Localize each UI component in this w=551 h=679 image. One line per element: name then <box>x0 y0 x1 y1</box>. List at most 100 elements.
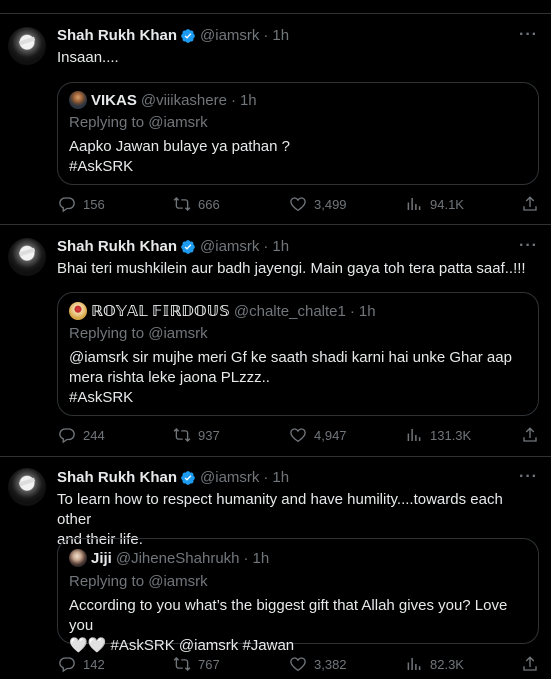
more-options-icon[interactable]: ··· <box>519 468 538 486</box>
quote-header: VIKAS @viiikashere · 1h <box>69 91 257 109</box>
tweet-text: Bhai teri mushkilein aur badh jayengi. M… <box>57 260 526 277</box>
retweet-count: 937 <box>198 427 220 443</box>
timestamp[interactable]: 1h <box>272 27 289 44</box>
quoted-tweet[interactable]: ℝ𝕆𝕐𝔸𝕃 𝔽𝕀ℝ𝔻𝕆𝕌𝕊 @chalte_chalte1 · 1h Reply… <box>57 292 539 416</box>
quoted-tweet[interactable]: Jiji @JiheneShahrukh · 1h Replying to @i… <box>57 538 539 654</box>
separator-dot: · <box>230 91 236 109</box>
quote-text-line: #AskSRK <box>69 158 134 175</box>
tweet-header: Shah Rukh Khan @iamsrk · 1h <box>57 238 289 255</box>
quote-avatar <box>69 91 87 109</box>
verified-badge-icon <box>181 28 195 43</box>
quote-text-line: @iamsrk sir mujhe meri Gf ke saath shadi… <box>69 349 512 366</box>
verified-badge-icon <box>181 470 195 485</box>
verified-badge-icon <box>181 239 195 254</box>
quote-text-line: mera rishta leke jaona PLzzz.. <box>69 369 270 386</box>
quote-header: Jiji @JiheneShahrukh · 1h <box>69 549 269 567</box>
reply-count: 142 <box>83 656 105 672</box>
like-count: 3,499 <box>314 196 347 212</box>
like-button[interactable]: 3,499 <box>289 195 347 213</box>
avatar[interactable] <box>8 468 46 506</box>
quote-text-line: 🤍🤍 #AskSRK @iamsrk #Jawan <box>69 637 295 654</box>
reply-icon <box>59 197 75 213</box>
more-options-icon[interactable]: ··· <box>519 237 538 255</box>
view-count: 82.3K <box>430 656 464 672</box>
separator-dot: · <box>263 27 269 44</box>
separator-dot: · <box>263 238 269 255</box>
avatar[interactable] <box>8 238 46 276</box>
tweet[interactable]: Shah Rukh Khan @iamsrk · 1h ··· Insaan..… <box>0 15 551 225</box>
views-button[interactable]: 82.3K <box>405 655 464 673</box>
tweet-header: Shah Rukh Khan @iamsrk · 1h <box>57 469 289 486</box>
like-count: 4,947 <box>314 427 347 443</box>
quote-author-name: Jiji <box>91 549 112 567</box>
share-button[interactable] <box>521 195 539 213</box>
heart-icon <box>290 428 306 443</box>
timestamp[interactable]: 1h <box>272 469 289 486</box>
author-name[interactable]: Shah Rukh Khan <box>57 469 177 486</box>
retweet-button[interactable]: 767 <box>173 655 220 673</box>
share-icon <box>523 196 537 211</box>
views-chart-icon <box>407 198 421 210</box>
reply-count: 244 <box>83 427 105 443</box>
share-button[interactable] <box>521 655 539 673</box>
replying-to: Replying to @iamsrk <box>69 114 208 131</box>
reply-count: 156 <box>83 196 105 212</box>
views-chart-icon <box>407 658 421 670</box>
quote-text: According to you what’s the biggest gift… <box>69 596 524 656</box>
retweet-count: 666 <box>198 196 220 212</box>
view-count: 94.1K <box>430 196 464 212</box>
author-handle[interactable]: @iamsrk <box>200 238 259 255</box>
quote-author-name: ℝ𝕆𝕐𝔸𝕃 𝔽𝕀ℝ𝔻𝕆𝕌𝕊 <box>91 303 230 320</box>
reply-icon <box>59 428 75 444</box>
replying-to: Replying to @iamsrk <box>69 573 208 590</box>
like-button[interactable]: 3,382 <box>289 655 347 673</box>
quote-text-line: #AskSRK <box>69 389 134 406</box>
quote-author-handle: @chalte_chalte1 <box>233 302 346 320</box>
quote-author-handle: @viiikashere <box>140 91 227 109</box>
share-icon <box>523 427 537 442</box>
quote-author-handle: @JiheneShahrukh <box>115 549 240 567</box>
timestamp[interactable]: 1h <box>272 238 289 255</box>
quote-avatar <box>69 549 87 567</box>
share-button[interactable] <box>521 426 539 444</box>
author-name[interactable]: Shah Rukh Khan <box>57 238 177 255</box>
top-divider <box>0 0 551 14</box>
quote-text-line: According to you what’s the biggest gift… <box>69 597 508 634</box>
tweet-text: Insaan.... <box>57 49 119 66</box>
author-name[interactable]: Shah Rukh Khan <box>57 27 177 44</box>
share-icon <box>523 656 537 671</box>
reply-button[interactable]: 156 <box>58 195 105 213</box>
tweet-actions: 244 937 4,947 131.3K <box>0 426 551 446</box>
more-options-icon[interactable]: ··· <box>519 26 538 44</box>
tweet-header: Shah Rukh Khan @iamsrk · 1h <box>57 27 289 44</box>
avatar[interactable] <box>8 27 46 65</box>
quote-header: ℝ𝕆𝕐𝔸𝕃 𝔽𝕀ℝ𝔻𝕆𝕌𝕊 @chalte_chalte1 · 1h <box>69 302 376 320</box>
quote-author-name: VIKAS <box>91 91 137 109</box>
quoted-tweet[interactable]: VIKAS @viiikashere · 1h Replying to @iam… <box>57 82 539 185</box>
separator-dot: · <box>349 302 355 320</box>
quote-timestamp: 1h <box>252 549 270 567</box>
tweet[interactable]: Shah Rukh Khan @iamsrk · 1h ··· Bhai ter… <box>0 226 551 457</box>
reply-button[interactable]: 244 <box>58 426 105 444</box>
reply-icon <box>59 657 75 673</box>
views-chart-icon <box>407 429 421 441</box>
like-button[interactable]: 4,947 <box>289 426 347 444</box>
author-handle[interactable]: @iamsrk <box>200 27 259 44</box>
retweet-button[interactable]: 666 <box>173 195 220 213</box>
retweet-button[interactable]: 937 <box>173 426 220 444</box>
author-handle[interactable]: @iamsrk <box>200 469 259 486</box>
tweet-actions: 156 666 3,499 94.1K <box>0 195 551 215</box>
like-count: 3,382 <box>314 656 347 672</box>
separator-dot: · <box>263 469 269 486</box>
quote-avatar <box>69 302 87 320</box>
quote-text-line: Aapko Jawan bulaye ya pathan ? <box>69 138 290 155</box>
reply-button[interactable]: 142 <box>58 655 105 673</box>
views-button[interactable]: 94.1K <box>405 195 464 213</box>
quote-text: @iamsrk sir mujhe meri Gf ke saath shadi… <box>69 348 524 408</box>
tweet-text-line: To learn how to respect humanity and hav… <box>57 491 503 528</box>
retweet-count: 767 <box>198 656 220 672</box>
tweet[interactable]: Shah Rukh Khan @iamsrk · 1h ··· To learn… <box>0 458 551 679</box>
separator-dot: · <box>243 549 249 567</box>
quote-text: Aapko Jawan bulaye ya pathan ? #AskSRK <box>69 137 524 177</box>
views-button[interactable]: 131.3K <box>405 426 471 444</box>
